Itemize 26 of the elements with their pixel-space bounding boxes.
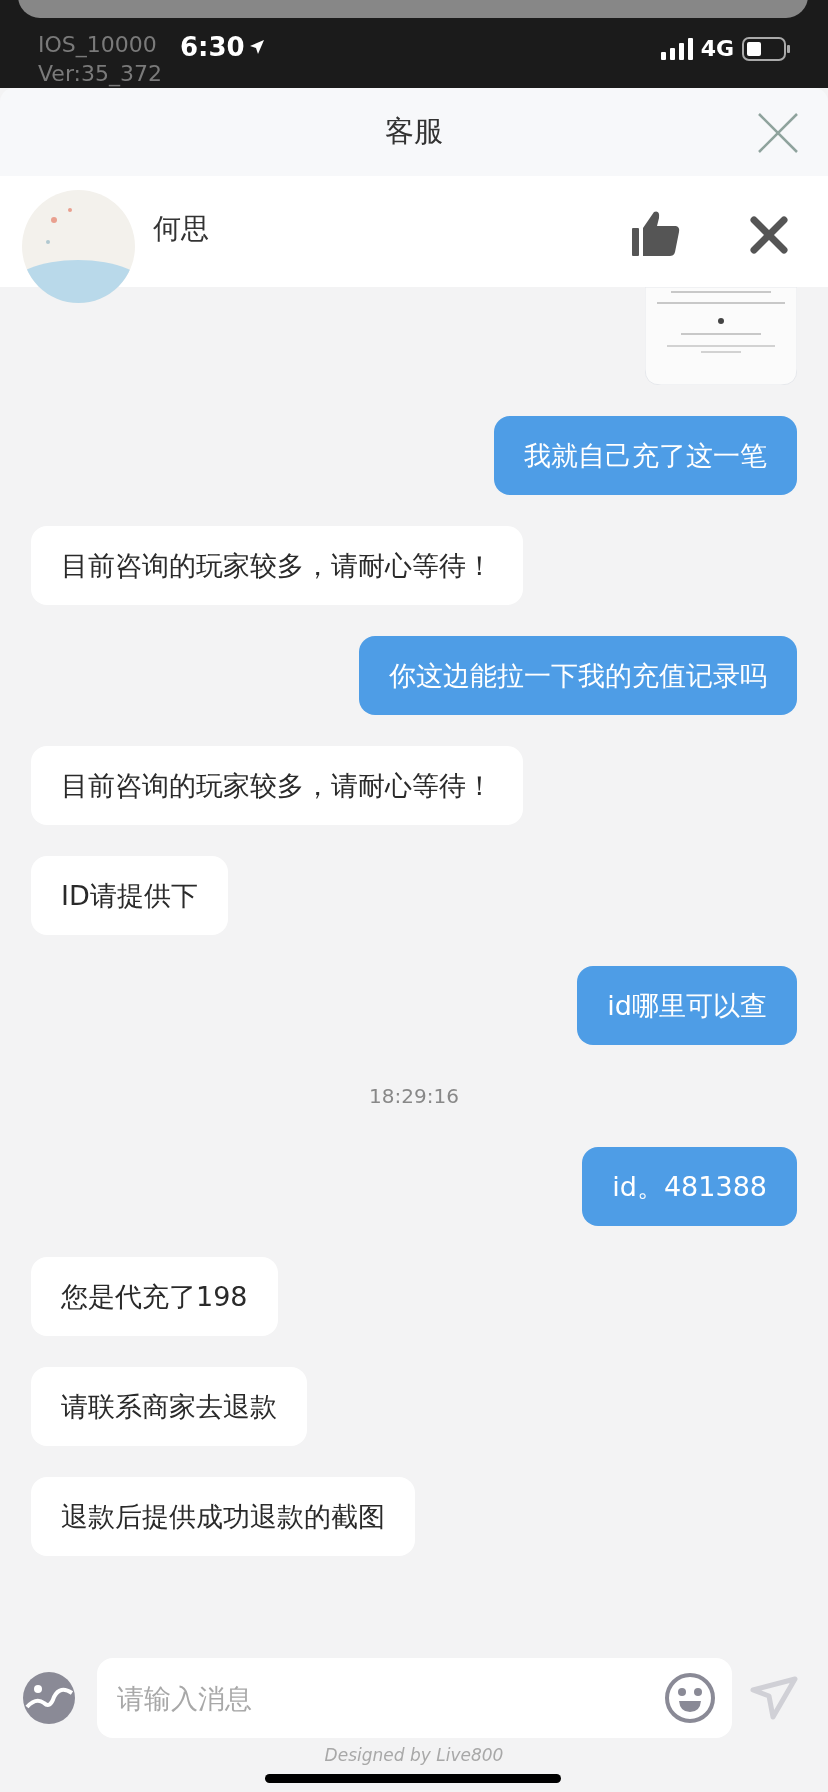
message-bubble: ID请提供下	[31, 856, 228, 935]
thumbs-up-icon[interactable]	[632, 210, 680, 256]
message-bubble: 退款后提供成功退款的截图	[31, 1477, 415, 1556]
signal-icon	[660, 37, 693, 60]
message-bubble: 我就自己充了这一笔	[494, 416, 797, 495]
message-bubble: 请联系商家去退款	[31, 1367, 307, 1446]
timestamp: 18:29:16	[369, 1083, 459, 1110]
emoji-icon[interactable]	[664, 1672, 716, 1724]
close-icon[interactable]	[750, 216, 788, 254]
message-field[interactable]: 请输入消息	[97, 1658, 732, 1738]
agent-name: 何思	[153, 211, 209, 247]
battery-icon	[742, 36, 790, 61]
status-time: 6:30	[180, 32, 245, 62]
debug-text: Ver:35_372	[38, 60, 162, 88]
dialog-title: 客服	[385, 113, 443, 150]
message-bubble: 目前咨询的玩家较多，请耐心等待！	[31, 526, 523, 605]
footer-credit: Designed by Live800	[324, 1744, 504, 1766]
message-bubble: id。481388	[582, 1147, 797, 1226]
message-bubble: 你这边能拉一下我的充值记录吗	[359, 636, 797, 715]
location-icon	[248, 39, 265, 55]
message-bubble: 目前咨询的玩家较多，请耐心等待！	[31, 746, 523, 825]
network-label: 4G	[700, 36, 734, 61]
image-icon[interactable]	[22, 1671, 76, 1725]
message-bubble: 您是代充了198	[31, 1257, 278, 1336]
message-bubble: id哪里可以查	[577, 966, 797, 1045]
debug-text: IOS_10000	[38, 31, 158, 59]
